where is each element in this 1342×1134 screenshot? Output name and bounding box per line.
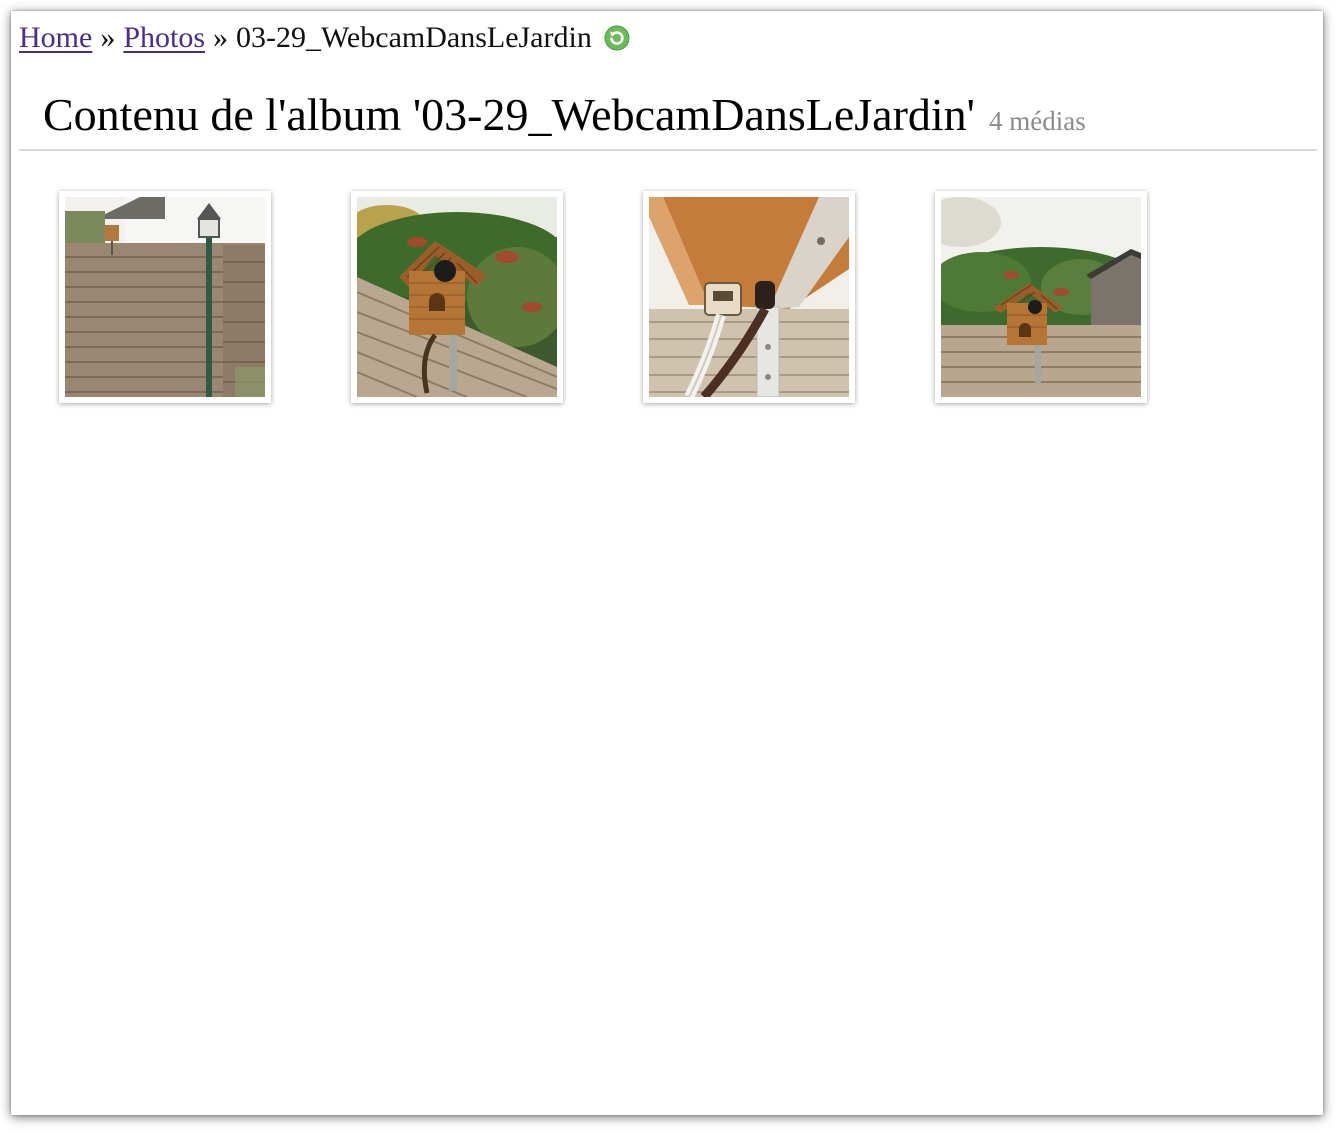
browser-page: Home » Photos » 03-29_WebcamDansLeJardin… (11, 11, 1323, 1115)
media-count: 4 médias (988, 106, 1086, 136)
breadcrumb-home-link[interactable]: Home (19, 21, 92, 55)
photo-thumbnail-icon (649, 197, 849, 397)
photo-thumbnail-4[interactable] (935, 191, 1147, 403)
photo-thumbnail-icon (357, 197, 557, 397)
photo-thumbnail-2[interactable] (351, 191, 563, 403)
photo-thumbnail-icon (941, 197, 1141, 397)
photo-thumbnail-icon (65, 197, 265, 397)
divider (19, 149, 1317, 151)
refresh-icon[interactable] (604, 25, 630, 51)
title-row: Contenu de l'album '03-29_WebcamDansLeJa… (43, 89, 1086, 141)
breadcrumb-separator: » (100, 21, 116, 54)
breadcrumb-photos-link[interactable]: Photos (123, 21, 205, 55)
breadcrumb: Home » Photos » 03-29_WebcamDansLeJardin (19, 21, 630, 55)
page-title: Contenu de l'album '03-29_WebcamDansLeJa… (43, 89, 975, 140)
photo-thumbnail-3[interactable] (643, 191, 855, 403)
breadcrumb-current: 03-29_WebcamDansLeJardin (236, 21, 592, 54)
photo-thumbnail-1[interactable] (59, 191, 271, 403)
breadcrumb-separator: » (213, 21, 229, 54)
